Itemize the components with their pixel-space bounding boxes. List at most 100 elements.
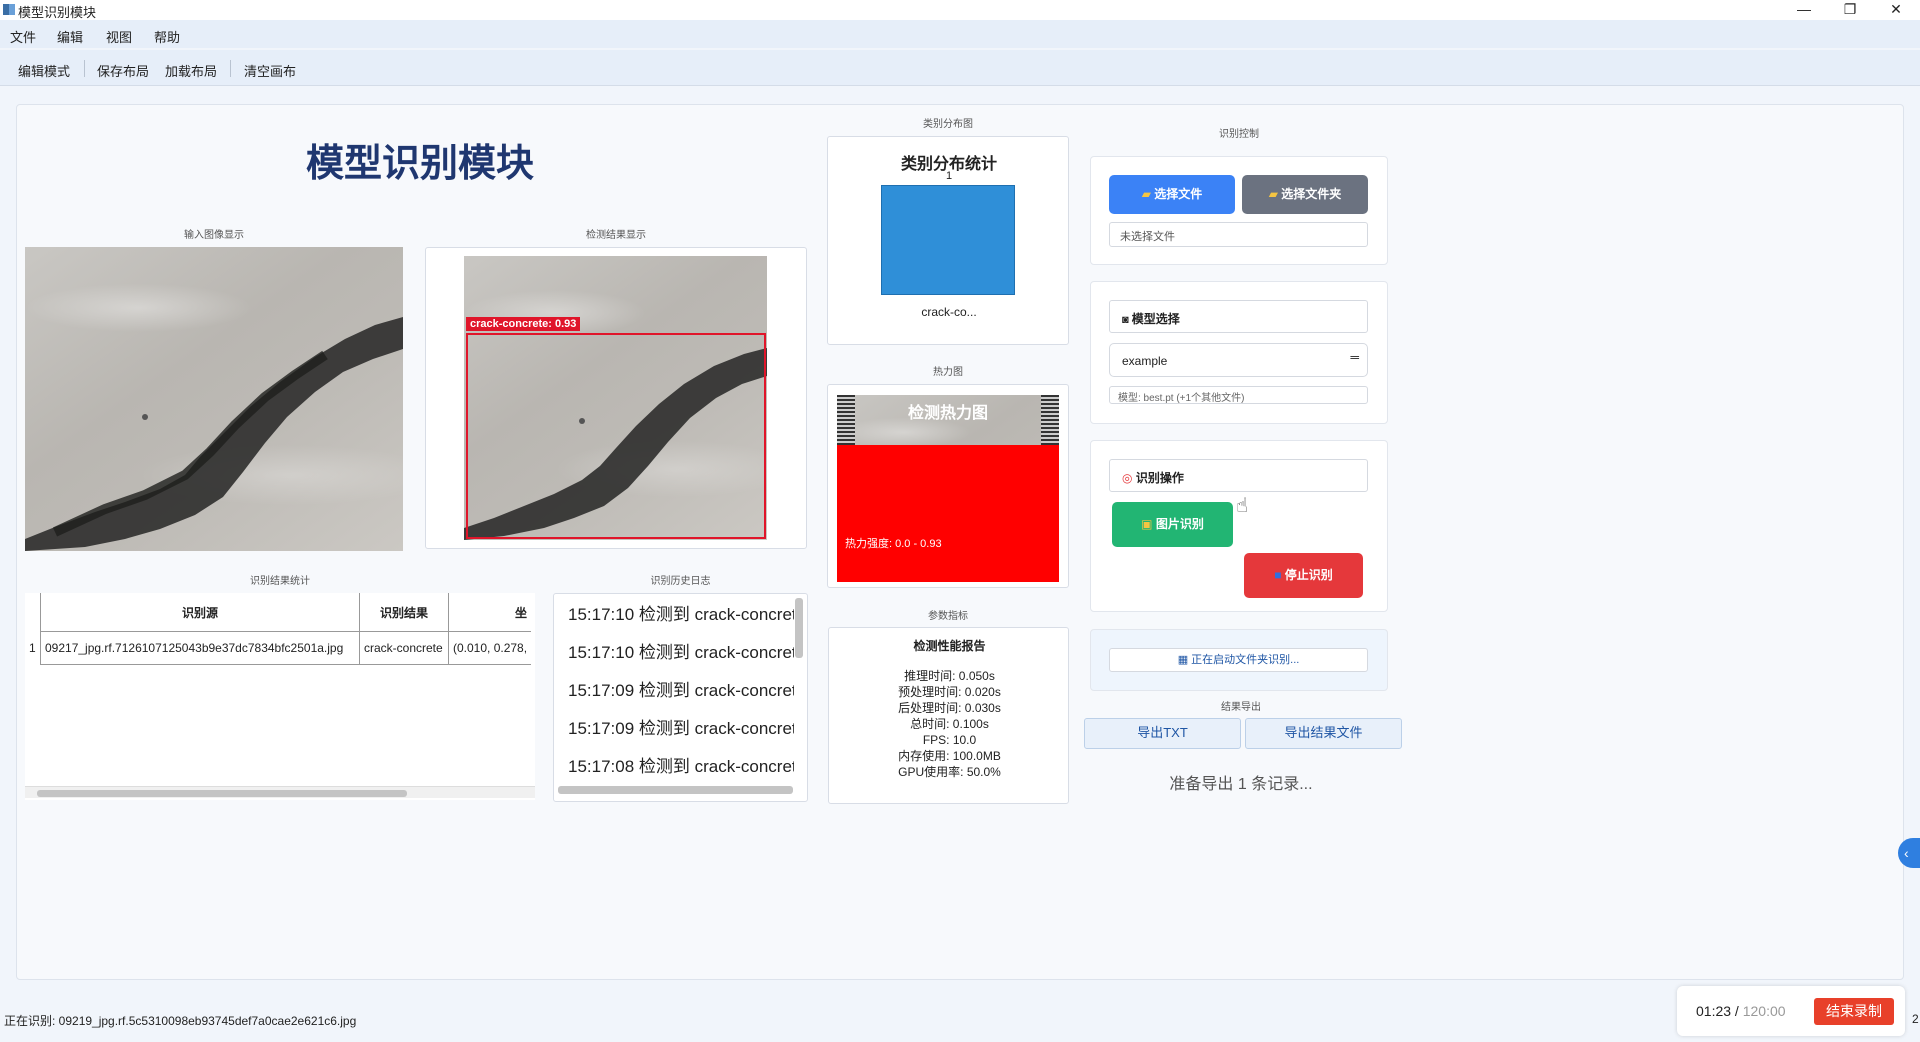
category-label: crack-co... <box>921 305 977 319</box>
recorder-widget: 01:23 / 120:00 结束录制 <box>1677 986 1905 1036</box>
scrollbar-thumb[interactable] <box>37 790 407 797</box>
collapse-panel-button[interactable]: ‹ <box>1898 838 1920 868</box>
heatmap-panel: 检测热力图 热力强度: 0.0 - 0.93 <box>827 384 1069 588</box>
heatmap-image: 检测热力图 热力强度: 0.0 - 0.93 <box>837 395 1059 582</box>
export-txt-button[interactable]: 导出TXT <box>1084 718 1241 749</box>
table-row[interactable]: 09217_jpg.rf.7126107125043b9e37dc7834bfc… <box>40 631 532 665</box>
table-header-row: 识别源 识别结果 坐 <box>40 593 532 632</box>
export-file-button[interactable]: 导出结果文件 <box>1245 718 1402 749</box>
detection-label: crack-concrete: 0.93 <box>466 317 581 331</box>
input-image <box>25 247 403 551</box>
heatmap-intensity-region <box>837 445 1059 582</box>
menu-view[interactable]: 视图 <box>106 27 132 46</box>
folder-status-field: ▦ 正在启动文件夹识别... <box>1109 648 1368 672</box>
dropdown-icon: ═ <box>1350 350 1359 364</box>
model-select[interactable]: example ═ <box>1109 343 1368 377</box>
column-header-result[interactable]: 识别结果 <box>359 593 449 632</box>
class-dist-panel: 类别分布统计 1 crack-co... <box>827 136 1069 345</box>
model-select-value: example <box>1122 354 1168 368</box>
heatmap-title: 检测热力图 <box>907 405 988 422</box>
hand-cursor-icon: ☝ <box>1236 495 1249 517</box>
metric-gpu: GPU使用率: 50.0% <box>898 765 1001 779</box>
toolbar-divider <box>84 60 85 77</box>
folder-icon: ▰ <box>1141 187 1155 201</box>
cell-result: crack-concrete <box>359 631 449 665</box>
file-status-field: 未选择文件 <box>1109 222 1368 247</box>
metrics-title: 检测性能报告 <box>913 639 986 653</box>
save-layout-button[interactable]: 保存布局 <box>97 61 149 80</box>
list-item[interactable]: 15:17:09 检测到 crack-concret <box>554 672 794 710</box>
vertical-scrollbar[interactable] <box>795 598 803 658</box>
metrics-panel: 检测性能报告 推理时间: 0.050s 预处理时间: 0.020s 后处理时间:… <box>828 627 1069 804</box>
export-caption: 结果导出 <box>1221 702 1261 713</box>
history-log-panel: 15:17:10 检测到 crack-concret 15:17:10 检测到 … <box>553 593 808 802</box>
bar-value-label: 1 <box>945 170 953 182</box>
menu-edit[interactable]: 编辑 <box>57 27 83 46</box>
model-header-label: 模型选择 <box>1131 312 1180 326</box>
end-recording-button[interactable]: 结束录制 <box>1814 998 1894 1025</box>
column-header-source[interactable]: 识别源 <box>40 593 360 632</box>
chevron-left-icon: ‹ <box>1904 845 1909 861</box>
row-index: 1 <box>29 641 36 655</box>
edit-mode-button[interactable]: 编辑模式 <box>18 61 70 80</box>
folder-icon: ▰ <box>1268 187 1282 201</box>
recorder-elapsed: 01:23 <box>1696 1003 1732 1019</box>
operation-header-label: 识别操作 <box>1135 471 1184 485</box>
target-icon: ◎ <box>1122 471 1136 485</box>
select-file-button[interactable]: ▰ 选择文件 <box>1109 175 1235 214</box>
model-header: ◙ 模型选择 <box>1109 300 1368 333</box>
status-bar: 正在识别: 09219_jpg.rf.5c5310098eb93745def7a… <box>0 1000 1920 1042</box>
history-log-caption: 识别历史日志 <box>650 576 711 587</box>
metric-total: 总时间: 0.100s <box>910 717 989 731</box>
list-item[interactable]: 15:17:09 检测到 crack-concret <box>554 710 794 748</box>
folder-status-label: 正在启动文件夹识别... <box>1191 654 1300 666</box>
minimize-button[interactable]: — <box>1781 0 1827 20</box>
result-stats-caption: 识别结果统计 <box>250 576 310 587</box>
horizontal-scrollbar[interactable] <box>558 786 793 794</box>
stop-detect-button[interactable]: ■ 停止识别 <box>1244 553 1363 598</box>
model-info: 模型: best.pt (+1个其他文件) <box>1109 386 1368 404</box>
restore-button[interactable]: ❐ <box>1827 0 1873 20</box>
column-header-coords[interactable]: 坐 <box>448 593 532 632</box>
cell-coords: (0.010, 0.278, <box>448 631 532 665</box>
list-item[interactable]: 15:17:10 检测到 crack-concret <box>554 596 794 634</box>
menu-help[interactable]: 帮助 <box>154 27 180 46</box>
recorder-time: 01:23 / 120:00 <box>1696 1003 1786 1019</box>
status-right-digit: 2 <box>1912 1012 1919 1026</box>
operation-header: ◎ 识别操作 <box>1109 459 1368 492</box>
close-button[interactable]: ✕ <box>1873 0 1919 20</box>
clear-canvas-button[interactable]: 清空画布 <box>244 61 296 80</box>
metric-preprocess: 预处理时间: 0.020s <box>898 685 1001 699</box>
list-item[interactable]: 15:17:08 检测到 crack-concret <box>554 748 794 786</box>
load-layout-button[interactable]: 加载布局 <box>165 61 217 80</box>
detection-box <box>466 333 766 539</box>
status-text: 正在识别: 09219_jpg.rf.5c5310098eb93745def7a… <box>4 1014 357 1028</box>
select-file-label: 选择文件 <box>1154 187 1203 201</box>
cell-source: 09217_jpg.rf.7126107125043b9e37dc7834bfc… <box>40 631 360 665</box>
menu-bar: 文件 编辑 视图 帮助 <box>0 20 1920 48</box>
metric-fps: FPS: 10.0 <box>922 733 977 747</box>
image-detect-label: 图片识别 <box>1155 517 1204 531</box>
input-image-caption: 输入图像显示 <box>184 230 244 241</box>
results-table-panel: 识别源 识别结果 坐 09217_jpg.rf.7126107125043b9e… <box>25 593 535 800</box>
select-folder-button[interactable]: ▰ 选择文件夹 <box>1242 175 1368 214</box>
image-detect-button[interactable]: ▣ 图片识别 <box>1112 502 1233 547</box>
metric-postprocess: 后处理时间: 0.030s <box>898 701 1001 715</box>
heatmap-caption: 热力图 <box>933 367 963 378</box>
robot-icon: ◙ <box>1122 314 1132 326</box>
results-table: 识别源 识别结果 坐 09217_jpg.rf.7126107125043b9e… <box>40 593 532 665</box>
toolbar: 编辑模式 保存布局 加载布局 清空画布 <box>0 50 1920 86</box>
menu-file[interactable]: 文件 <box>10 27 36 46</box>
heatmap-range: 热力强度: 0.0 - 0.93 <box>845 538 942 550</box>
export-status: 准备导出 1 条记录... <box>1169 776 1313 793</box>
recorder-separator: / <box>1731 1003 1743 1019</box>
chart-bar <box>881 185 1015 295</box>
stop-detect-label: 停止识别 <box>1284 568 1333 582</box>
metrics-list: 推理时间: 0.050s 预处理时间: 0.020s 后处理时间: 0.030s… <box>829 668 1070 780</box>
title-bar: 模型识别模块 — ❐ ✕ <box>0 0 1920 20</box>
horizontal-scrollbar[interactable] <box>25 786 535 798</box>
control-caption: 识别控制 <box>1219 129 1259 140</box>
metrics-caption: 参数指标 <box>928 611 968 622</box>
list-item[interactable]: 15:17:10 检测到 crack-concret <box>554 634 794 672</box>
metric-inference: 推理时间: 0.050s <box>904 669 995 683</box>
